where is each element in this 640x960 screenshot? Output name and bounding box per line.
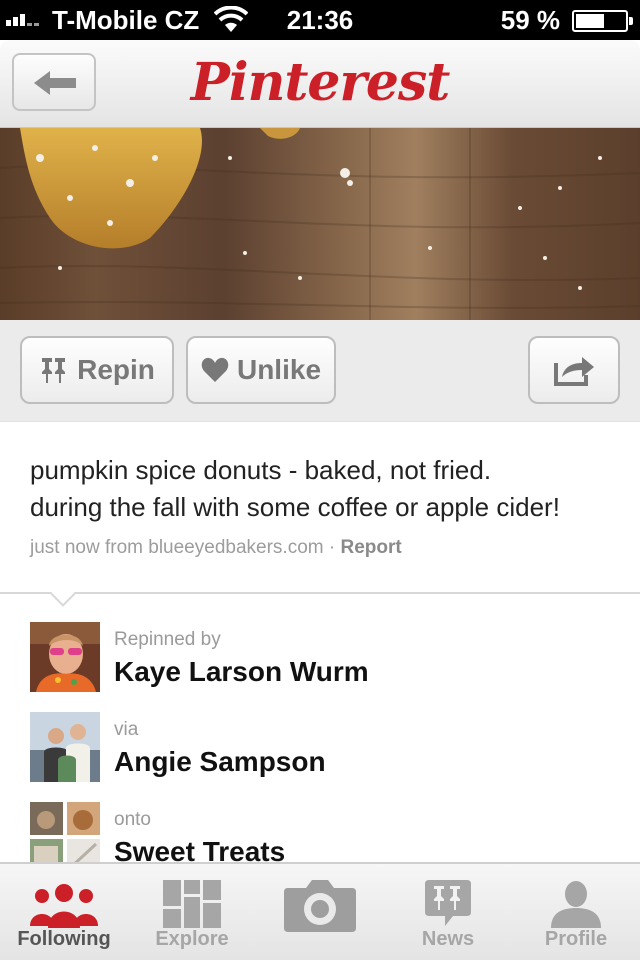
report-link[interactable]: Report — [340, 537, 401, 558]
repinner-name[interactable]: Kaye Larson Wurm — [114, 656, 369, 688]
status-bar: T-Mobile CZ 21:36 59 % — [0, 0, 640, 40]
pin-photo — [0, 128, 640, 320]
via-row[interactable]: via Angie Sampson — [30, 712, 630, 784]
pin-meta: just now from blueeyedbakers.com · Repor… — [30, 537, 402, 559]
unlike-button[interactable]: Unlike — [186, 336, 336, 404]
tab-explore-label: Explore — [155, 928, 229, 950]
tab-following[interactable]: Following — [0, 864, 128, 960]
repinner-avatar[interactable] — [30, 622, 100, 692]
battery-fill — [576, 14, 605, 28]
tab-news[interactable]: News — [384, 864, 512, 960]
repin-icon — [42, 358, 66, 383]
tab-following-label: Following — [17, 928, 111, 950]
via-avatar[interactable] — [30, 712, 100, 782]
description-line-2: during the fall with some coffee or appl… — [30, 492, 560, 522]
description-line-1: pumpkin spice donuts - baked, not fried. — [30, 455, 492, 485]
tab-profile-label: Profile — [544, 928, 608, 950]
divider — [0, 592, 640, 594]
tab-camera[interactable] — [256, 864, 384, 960]
pinterest-logo[interactable]: Pinterest — [0, 50, 640, 116]
divider-pointer — [50, 581, 76, 607]
battery-percent: 59 % — [500, 5, 560, 35]
pin-source[interactable]: just now from blueeyedbakers.com · — [30, 537, 340, 558]
share-icon — [554, 357, 594, 386]
repinned-by-row[interactable]: Repinned by Kaye Larson Wurm — [30, 622, 630, 694]
repinned-by-label: Repinned by — [114, 629, 221, 650]
grid-icon — [163, 880, 221, 928]
pin-action-bar: Repin Unlike — [0, 320, 640, 422]
via-label: via — [114, 719, 139, 740]
pin-image[interactable] — [0, 128, 640, 320]
news-pin-icon — [425, 880, 471, 926]
tab-profile[interactable]: Profile — [512, 864, 640, 960]
onto-label: onto — [114, 809, 151, 830]
unlike-label: Unlike — [236, 354, 322, 385]
people-icon — [30, 884, 98, 928]
tab-news-label: News — [421, 928, 475, 950]
battery-icon — [572, 10, 633, 32]
pin-description: pumpkin spice donuts - baked, not fried.… — [30, 452, 620, 526]
heart-icon — [201, 357, 229, 382]
via-name[interactable]: Angie Sampson — [114, 746, 326, 778]
person-icon — [551, 881, 601, 928]
camera-icon — [284, 880, 356, 932]
repin-button[interactable]: Repin — [20, 336, 174, 404]
navigation-bar: Pinterest — [0, 40, 640, 128]
tab-explore[interactable]: Explore — [128, 864, 256, 960]
tab-bar: Following Explore News Profile — [0, 862, 640, 960]
repin-label: Repin — [77, 354, 155, 385]
share-button[interactable] — [528, 336, 620, 404]
